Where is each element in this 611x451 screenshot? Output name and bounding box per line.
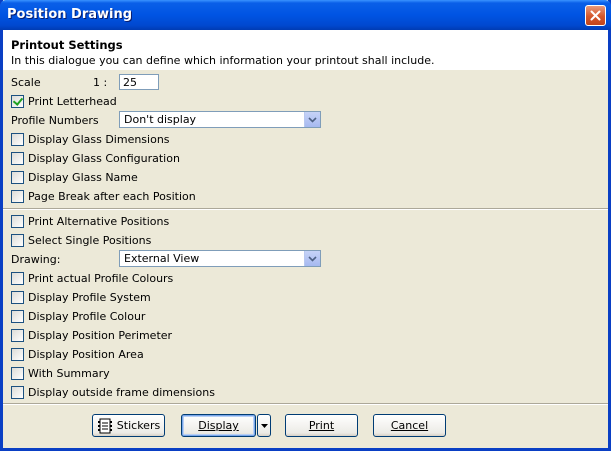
checkbox-box[interactable] xyxy=(11,170,24,184)
checkbox-label: Select Single Positions xyxy=(28,233,152,247)
display-glass-name-checkbox[interactable]: Display Glass Name xyxy=(11,169,138,185)
position-drawing-dialog: Position Drawing Printout Settings In th… xyxy=(0,0,611,451)
display-profile-colour-checkbox[interactable]: Display Profile Colour xyxy=(11,308,145,324)
print-button-label: Print xyxy=(308,419,335,432)
caret-down-icon xyxy=(260,423,268,428)
print-letterhead-label: Print Letterhead xyxy=(28,94,117,108)
display-glass-dimensions-checkbox[interactable]: Display Glass Dimensions xyxy=(11,131,170,147)
display-button[interactable]: Display xyxy=(181,414,256,437)
checkbox-label: Page Break after each Position xyxy=(28,189,196,203)
with-summary-checkbox[interactable]: With Summary xyxy=(11,365,110,381)
display-position-perimeter-checkbox[interactable]: Display Position Perimeter xyxy=(11,327,172,343)
header-panel: Printout Settings In this dialogue you c… xyxy=(3,30,608,70)
close-button[interactable] xyxy=(585,5,606,26)
checkbox-box[interactable] xyxy=(11,309,24,323)
cancel-button-label: Cancel xyxy=(390,419,429,432)
checkbox-label: Display Glass Dimensions xyxy=(28,132,170,146)
checkbox-box[interactable] xyxy=(11,189,24,203)
stickers-button[interactable]: Stickers xyxy=(92,414,165,437)
checkbox-box[interactable] xyxy=(11,347,24,361)
checkbox-label: Display Profile Colour xyxy=(28,309,146,323)
profile-numbers-value: Don't display xyxy=(124,113,197,126)
header-description: In this dialogue you can define which in… xyxy=(11,54,435,67)
drawing-value: External View xyxy=(124,252,200,265)
display-profile-system-checkbox[interactable]: Display Profile System xyxy=(11,289,151,305)
print-actual-profile-colours-checkbox[interactable]: Print actual Profile Colours xyxy=(11,270,173,286)
cancel-button[interactable]: Cancel xyxy=(373,414,446,437)
checkbox-box[interactable] xyxy=(11,385,24,399)
dropdown-arrow-button[interactable] xyxy=(304,112,320,127)
section-divider xyxy=(3,208,608,210)
chevron-down-icon xyxy=(308,116,317,123)
select-single-positions-checkbox[interactable]: Select Single Positions xyxy=(11,232,151,248)
checkbox-label: Display Glass Name xyxy=(28,170,138,184)
print-letterhead-checkbox[interactable]: Print Letterhead xyxy=(11,93,117,109)
button-bar-divider xyxy=(3,403,608,405)
checkbox-label: Display Position Perimeter xyxy=(28,328,173,342)
checkbox-label: Display Position Area xyxy=(28,347,144,361)
print-button[interactable]: Print xyxy=(285,414,358,437)
checkbox-box[interactable] xyxy=(11,328,24,342)
drawing-label: Drawing: xyxy=(11,252,61,266)
checkbox-box[interactable] xyxy=(11,151,24,165)
profile-numbers-select[interactable]: Don't display xyxy=(119,111,321,128)
title-bar: Position Drawing xyxy=(0,0,611,30)
checkbox-label: Display Glass Configuration xyxy=(28,151,180,165)
checkbox-box[interactable] xyxy=(11,271,24,285)
checkbox-label: Print Alternative Positions xyxy=(28,214,170,228)
checkbox-label: Display Profile System xyxy=(28,290,151,304)
scale-prefix: 1 : xyxy=(93,75,108,89)
stickers-button-label: Stickers xyxy=(116,419,161,432)
display-outside-frame-dimensions-checkbox[interactable]: Display outside frame dimensions xyxy=(11,384,215,400)
page-break-checkbox[interactable]: Page Break after each Position xyxy=(11,188,196,204)
display-position-area-checkbox[interactable]: Display Position Area xyxy=(11,346,144,362)
display-glass-configuration-checkbox[interactable]: Display Glass Configuration xyxy=(11,150,180,166)
scale-label: Scale xyxy=(11,75,41,89)
window-title: Position Drawing xyxy=(7,7,133,22)
scale-value: 25 xyxy=(123,76,137,89)
checkbox-label: Print actual Profile Colours xyxy=(28,271,174,285)
checkbox-box[interactable] xyxy=(11,290,24,304)
checkbox-label: Display outside frame dimensions xyxy=(28,385,215,399)
close-icon xyxy=(590,10,601,21)
checkbox-box[interactable] xyxy=(11,214,24,228)
print-alternative-positions-checkbox[interactable]: Print Alternative Positions xyxy=(11,213,169,229)
scale-input[interactable]: 25 xyxy=(119,74,159,90)
stickers-icon xyxy=(97,418,112,433)
header-title: Printout Settings xyxy=(11,38,123,52)
profile-numbers-label: Profile Numbers xyxy=(11,113,99,127)
chevron-down-icon xyxy=(308,255,317,262)
display-button-label: Display xyxy=(198,419,239,432)
checkbox-box[interactable] xyxy=(11,132,24,146)
checkbox-box[interactable] xyxy=(11,233,24,247)
checkbox-box-checked[interactable] xyxy=(11,94,24,108)
display-dropdown-button[interactable] xyxy=(257,414,271,437)
drawing-select[interactable]: External View xyxy=(119,250,321,267)
checkbox-box[interactable] xyxy=(11,366,24,380)
dropdown-arrow-button[interactable] xyxy=(304,251,320,266)
checkbox-label: With Summary xyxy=(28,366,110,380)
